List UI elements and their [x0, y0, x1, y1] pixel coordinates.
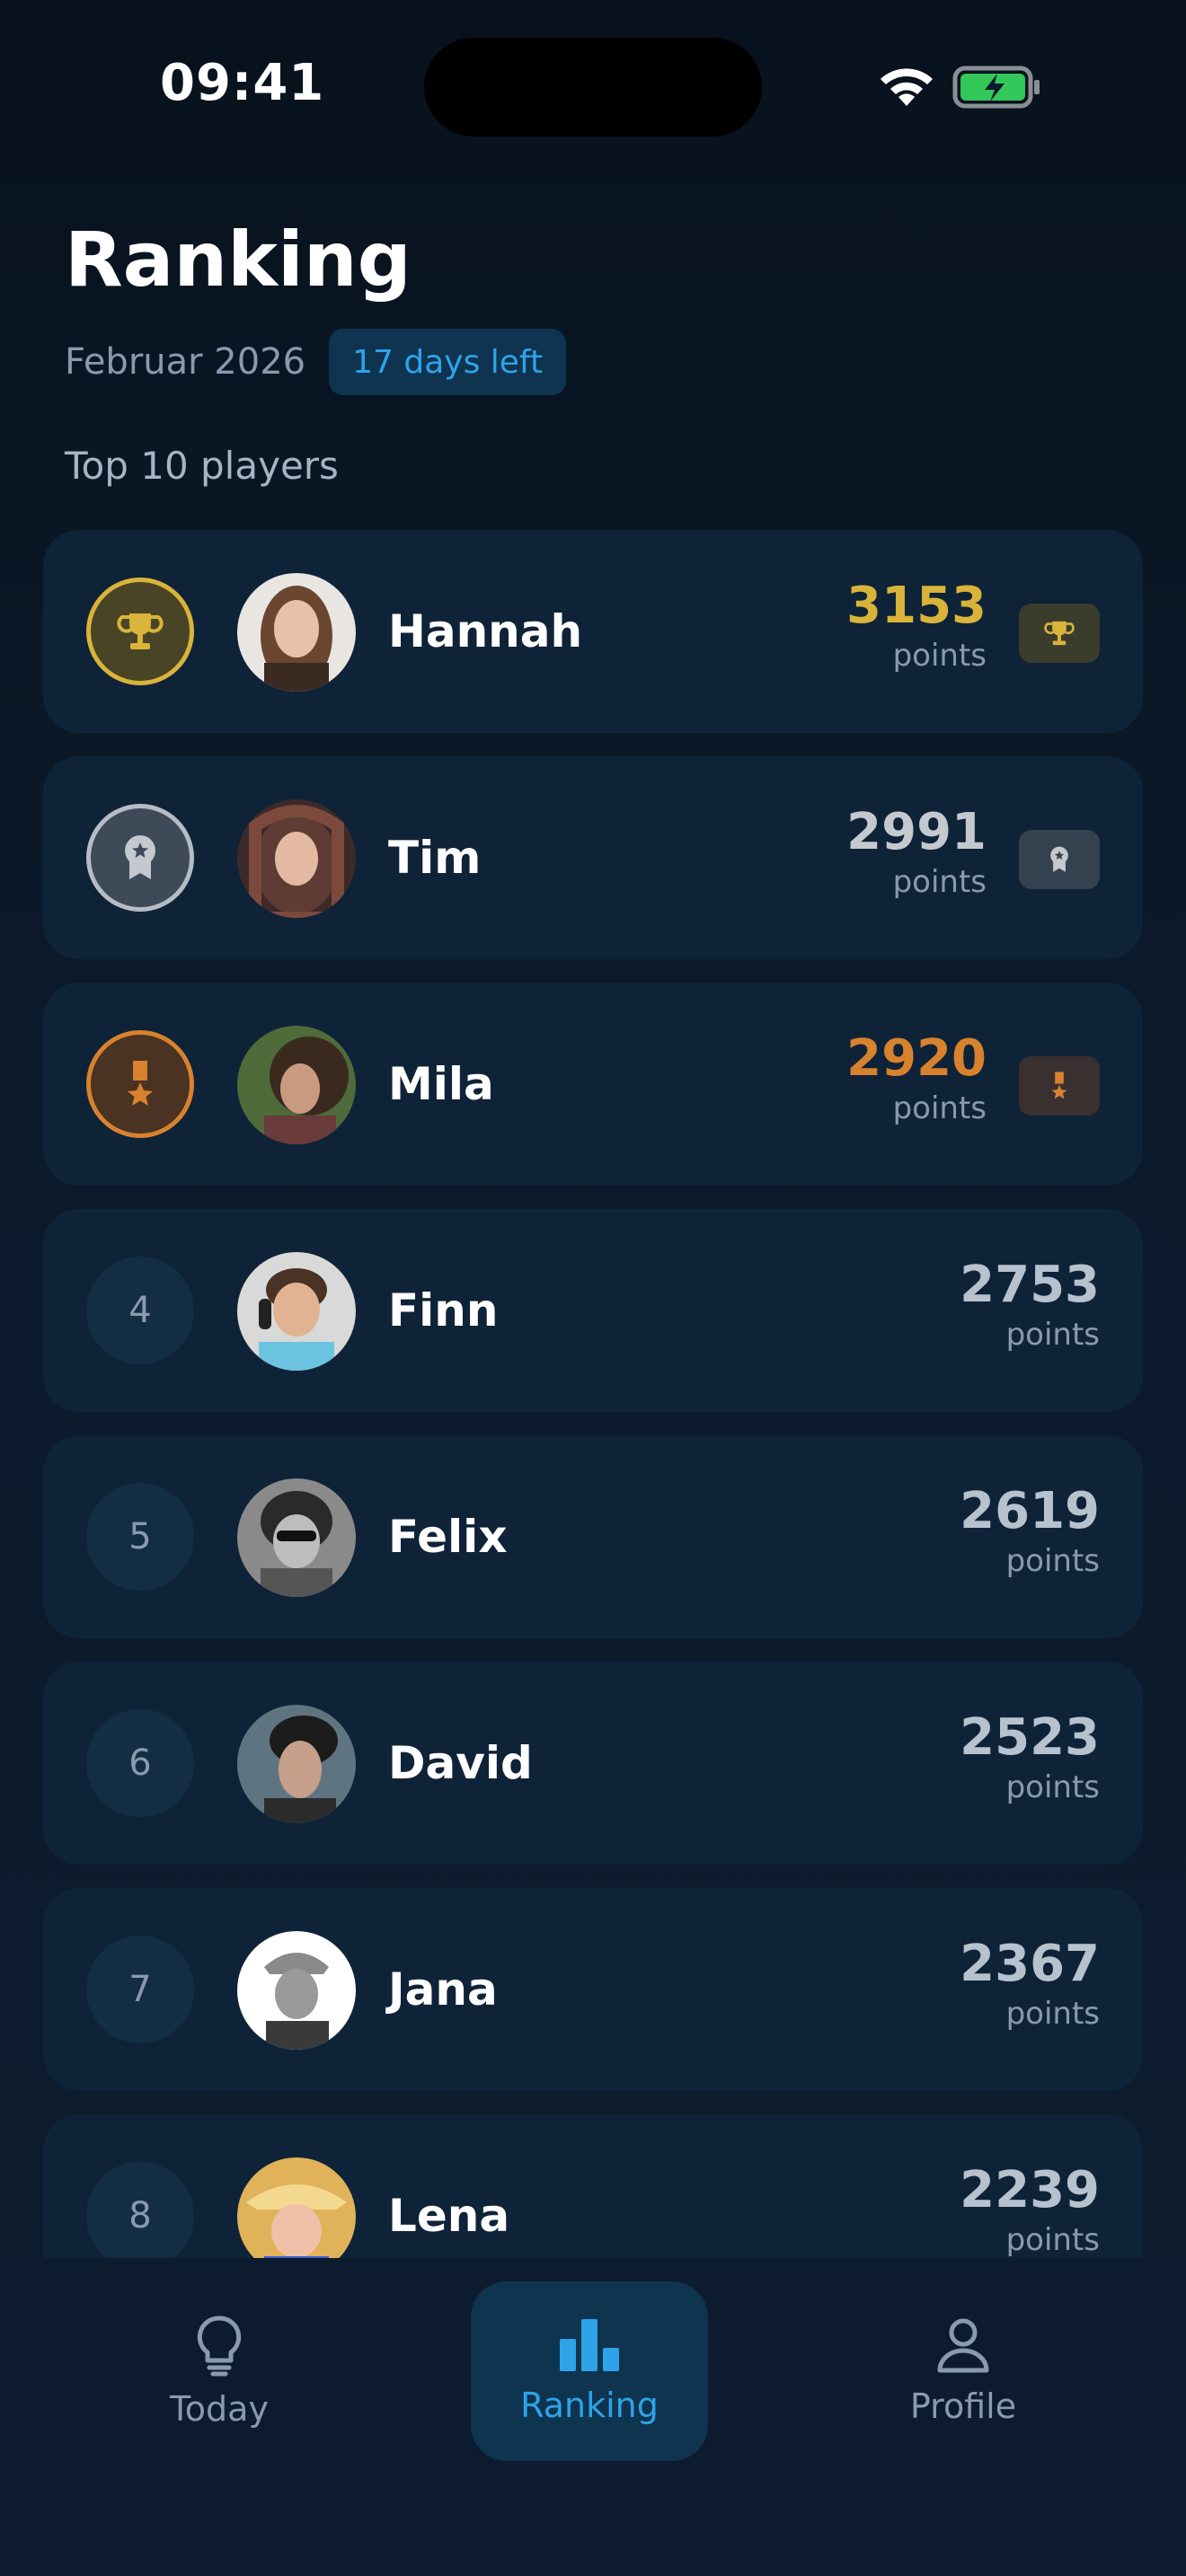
- bottom-nav: Today Ranking Profile: [0, 2258, 1186, 2576]
- points-label: points: [1005, 1996, 1100, 2032]
- player-name: Finn: [388, 1284, 499, 1337]
- wifi-icon: [881, 68, 933, 106]
- ribbon-mini-badge: [1019, 830, 1100, 889]
- avatar: [237, 1252, 356, 1371]
- player-row[interactable]: Tim 2991 points: [43, 756, 1143, 959]
- score-block: 2367 points: [960, 1935, 1100, 2032]
- rank-number: 8: [86, 2162, 194, 2270]
- avatar: [237, 1705, 356, 1823]
- nav-label-today: Today: [170, 2389, 269, 2429]
- points-label: points: [1005, 1543, 1100, 1579]
- player-row[interactable]: 5 Felix 2619 points: [43, 1435, 1143, 1638]
- player-points: 2753: [960, 1256, 1100, 1314]
- status-time: 09:41: [160, 54, 325, 112]
- ribbon-award-icon: [1050, 846, 1068, 872]
- player-points: 2367: [960, 1935, 1100, 1993]
- gold-trophy-badge: [86, 578, 194, 685]
- points-label: points: [892, 1090, 987, 1126]
- rank-number: 5: [86, 1483, 194, 1591]
- player-row[interactable]: Hannah 3153 points: [43, 530, 1143, 733]
- medal-mini-badge: [1019, 1056, 1100, 1116]
- medal-icon: [1051, 1072, 1067, 1099]
- nav-item-today[interactable]: Today: [101, 2281, 338, 2461]
- points-label: points: [1005, 1769, 1100, 1805]
- player-points: 2920: [846, 1029, 987, 1088]
- ribbon-award-icon: [125, 835, 155, 879]
- avatar: [237, 1026, 356, 1144]
- points-label: points: [1005, 2222, 1100, 2258]
- player-points: 3153: [846, 577, 987, 635]
- lightbulb-icon: [197, 2316, 242, 2377]
- score-block: 2991 points: [846, 803, 987, 900]
- silver-ribbon-badge: [86, 804, 194, 912]
- player-points: 2523: [960, 1708, 1100, 1767]
- nav-label-ranking: Ranking: [520, 2386, 659, 2425]
- player-name: Tim: [388, 832, 482, 884]
- section-label: Top 10 players: [65, 444, 339, 488]
- avatar: [237, 1931, 356, 2050]
- rank-number: 7: [86, 1936, 194, 2043]
- score-block: 2619 points: [960, 1482, 1100, 1579]
- player-row[interactable]: Mila 2920 points: [43, 983, 1143, 1186]
- rank-number: 6: [86, 1709, 194, 1817]
- player-name: Hannah: [388, 605, 583, 657]
- avatar: [237, 799, 356, 918]
- avatar: [237, 1478, 356, 1597]
- player-points: 2991: [846, 803, 987, 861]
- player-name: Mila: [388, 1058, 494, 1110]
- bronze-medal-badge: [86, 1030, 194, 1138]
- score-block: 2523 points: [960, 1708, 1100, 1805]
- dynamic-island: [424, 38, 762, 137]
- avatar: [237, 573, 356, 692]
- days-left-badge: 17 days left: [329, 329, 567, 395]
- points-label: points: [892, 864, 987, 900]
- trophy-mini-badge: [1019, 604, 1100, 663]
- medal-icon: [128, 1061, 153, 1106]
- trophy-icon: [117, 613, 164, 649]
- player-name: David: [388, 1737, 533, 1789]
- player-points: 2619: [960, 1482, 1100, 1540]
- player-row[interactable]: 4 Finn 2753 points: [43, 1209, 1143, 1412]
- ranking-screen: 09:41 Ranking Februar 2026 17 days left …: [0, 0, 1186, 2576]
- bar-chart-icon: [560, 2319, 619, 2371]
- header-subrow: Februar 2026 17 days left: [65, 329, 567, 395]
- player-points: 2239: [960, 2161, 1100, 2219]
- points-label: points: [892, 638, 987, 674]
- page-title: Ranking: [65, 216, 412, 304]
- month-label: Februar 2026: [65, 341, 306, 383]
- leaderboard-list: Hannah 3153 points Tim 2991 points Mila …: [43, 530, 1143, 2341]
- nav-item-profile[interactable]: Profile: [845, 2281, 1082, 2461]
- points-label: points: [1005, 1317, 1100, 1353]
- score-block: 2239 points: [960, 2161, 1100, 2258]
- score-block: 3153 points: [846, 577, 987, 674]
- nav-label-profile: Profile: [909, 2386, 1017, 2426]
- score-block: 2920 points: [846, 1029, 987, 1126]
- score-block: 2753 points: [960, 1256, 1100, 1353]
- battery-charging-icon: [952, 66, 1040, 109]
- player-row[interactable]: 7 Jana 2367 points: [43, 1888, 1143, 2091]
- nav-item-ranking[interactable]: Ranking: [471, 2281, 708, 2461]
- player-name: Felix: [388, 1511, 508, 1563]
- player-name: Jana: [388, 1963, 498, 2016]
- trophy-icon: [1044, 621, 1075, 646]
- player-row[interactable]: 6 David 2523 points: [43, 1662, 1143, 1865]
- person-icon: [937, 2318, 989, 2373]
- rank-number: 4: [86, 1257, 194, 1364]
